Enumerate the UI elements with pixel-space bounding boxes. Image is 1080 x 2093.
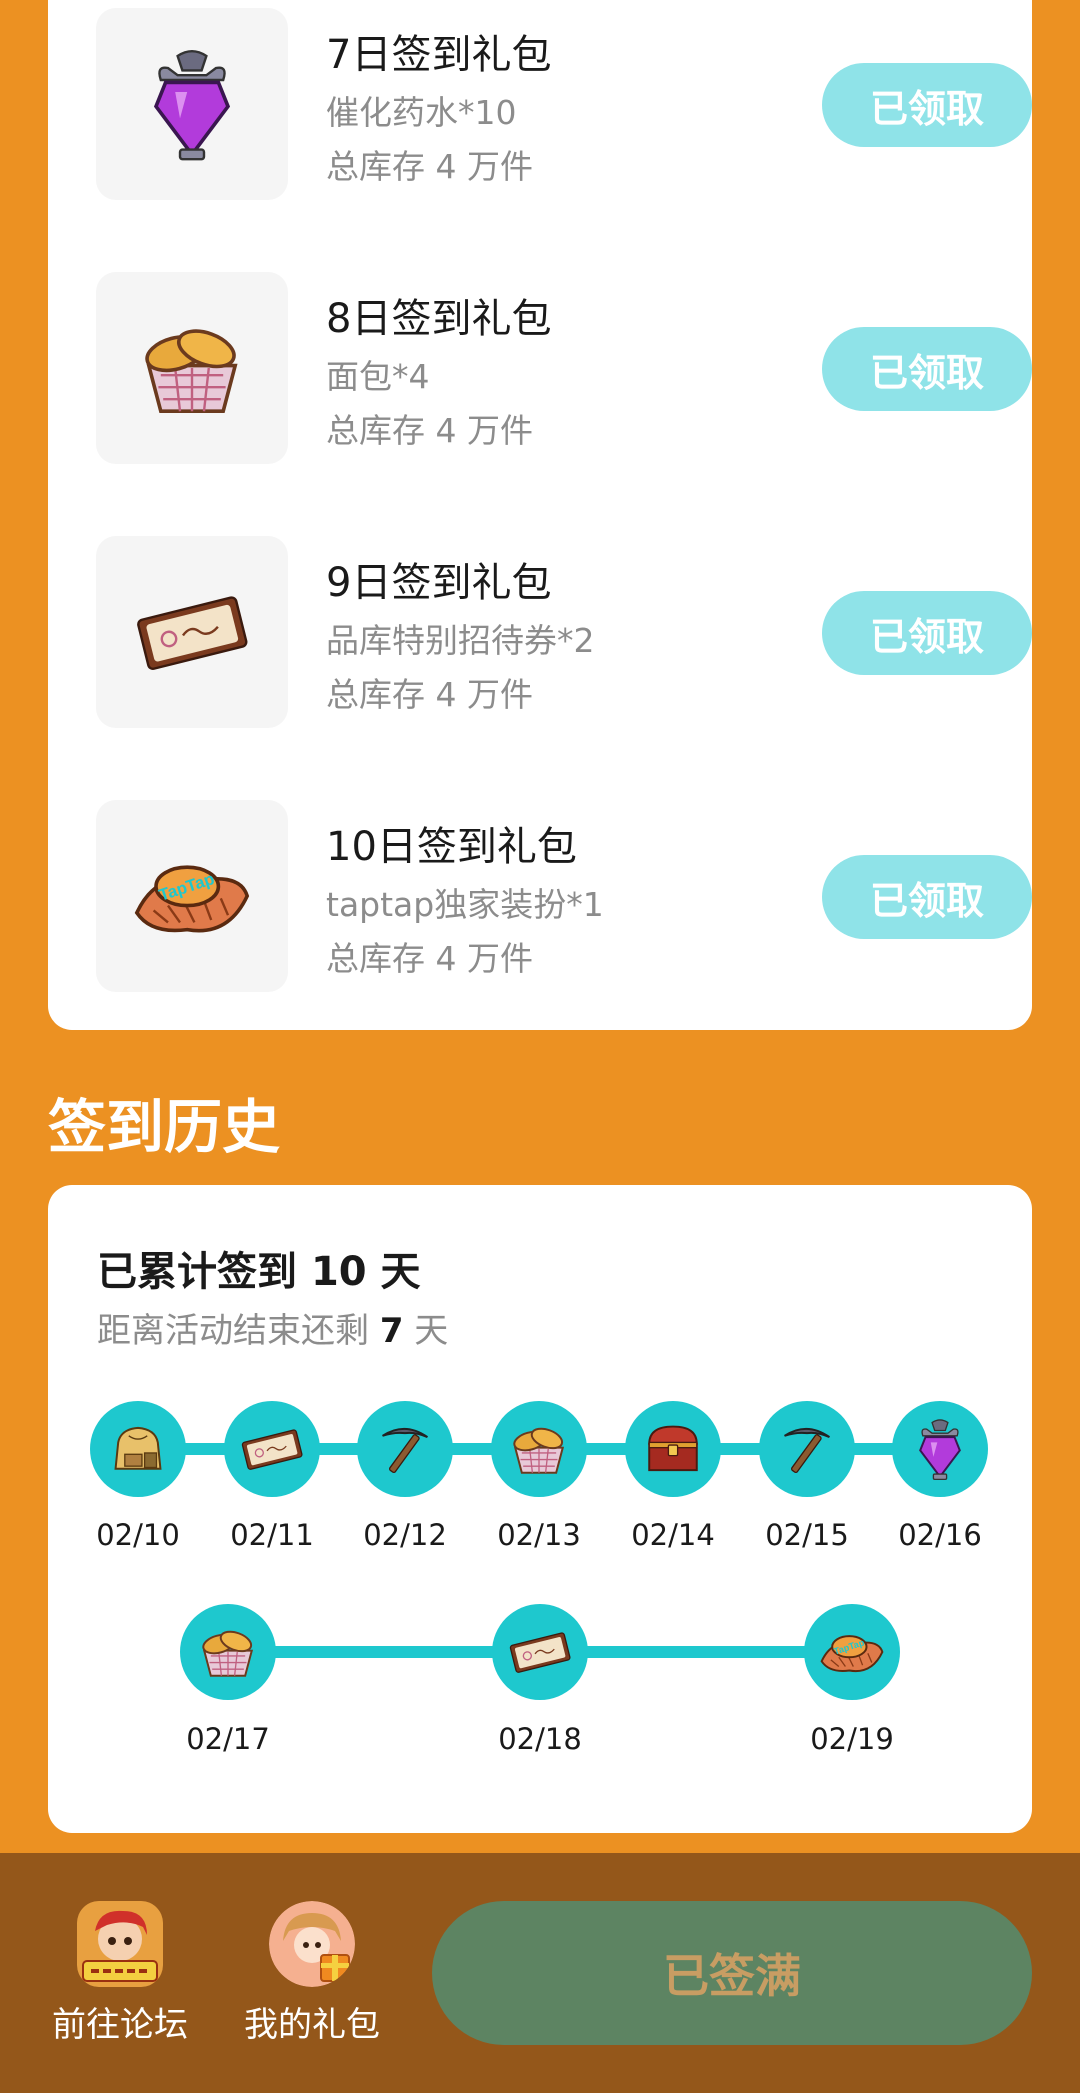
total-checkins: 已累计签到 10 天 (97, 1239, 421, 1297)
gift-stock: 总库存 4 万件 (326, 675, 533, 714)
gift-item: 品库特别招待券*2 (326, 621, 595, 660)
gift-row: 9日签到礼包 品库特别招待券*2 总库存 4 万件 已领取 (96, 536, 1032, 728)
remaining-days: 7 (379, 1311, 404, 1351)
gift-row: 7日签到礼包 催化药水*10 总库存 4 万件 已领取 (96, 8, 1032, 200)
my-gifts-button[interactable]: 我的礼包 (232, 1901, 392, 2046)
taptap-wing-hat-icon (96, 800, 288, 992)
potion-icon (892, 1401, 988, 1497)
bread-basket-icon (96, 272, 288, 464)
gift-item: 面包*4 (326, 357, 430, 396)
day-label: 02/17 (186, 1722, 270, 1756)
gift-item: 催化药水*10 (326, 93, 517, 132)
history-section-title: 签到历史 (48, 1093, 281, 1161)
bag-icon (90, 1401, 186, 1497)
gift-title: 10日签到礼包 (326, 824, 577, 870)
day-label: 02/11 (230, 1518, 314, 1552)
day-label: 02/12 (363, 1518, 447, 1552)
gift-list-card: 7日签到礼包 催化药水*10 总库存 4 万件 已领取 8日签到礼包 面包*4 … (48, 0, 1032, 1030)
ticket-icon (224, 1401, 320, 1497)
ticket-icon (492, 1604, 588, 1700)
treasure-chest-icon (625, 1401, 721, 1497)
days-remaining: 距离活动结束还剩 7 天 (97, 1303, 448, 1352)
gift-title: 8日签到礼包 (326, 296, 552, 342)
day-label: 02/13 (497, 1518, 581, 1552)
claimed-button[interactable]: 已领取 (822, 591, 1032, 675)
taptap-wing-hat-icon (804, 1604, 900, 1700)
total-suffix: 天 (366, 1249, 421, 1295)
gift-title: 7日签到礼包 (326, 32, 552, 78)
total-days: 10 (310, 1249, 367, 1295)
total-prefix: 已累计签到 (97, 1249, 311, 1295)
day-label: 02/14 (631, 1518, 715, 1552)
my-gifts-label: 我的礼包 (244, 2005, 380, 2045)
signed-full-button[interactable]: 已签满 (432, 1901, 1032, 2045)
gift-avatar-icon (269, 1901, 355, 1987)
claimed-button[interactable]: 已领取 (822, 855, 1032, 939)
forum-button[interactable]: 前往论坛 (40, 1901, 200, 2046)
gift-row: 8日签到礼包 面包*4 总库存 4 万件 已领取 (96, 272, 1032, 464)
game-logo-icon (77, 1901, 163, 1987)
gift-stock: 总库存 4 万件 (326, 411, 533, 450)
remaining-suffix: 天 (403, 1311, 449, 1351)
bread-basket-icon (180, 1604, 276, 1700)
pickaxe-icon (357, 1401, 453, 1497)
potion-icon (96, 8, 288, 200)
ticket-icon (96, 536, 288, 728)
forum-label: 前往论坛 (52, 2005, 188, 2045)
bottom-bar: 前往论坛 我的礼包 已签满 (0, 1853, 1080, 2093)
gift-title: 9日签到礼包 (326, 560, 552, 606)
gift-item: taptap独家装扮*1 (326, 885, 604, 924)
day-label: 02/19 (810, 1722, 894, 1756)
gift-stock: 总库存 4 万件 (326, 939, 533, 978)
day-label: 02/10 (96, 1518, 180, 1552)
gift-row: 10日签到礼包 taptap独家装扮*1 总库存 4 万件 已领取 (96, 800, 1032, 992)
day-label: 02/18 (498, 1722, 582, 1756)
pickaxe-icon (759, 1401, 855, 1497)
claimed-button[interactable]: 已领取 (822, 327, 1032, 411)
day-label: 02/15 (765, 1518, 849, 1552)
claimed-button[interactable]: 已领取 (822, 63, 1032, 147)
bread-basket-icon (491, 1401, 587, 1497)
gift-stock: 总库存 4 万件 (326, 147, 533, 186)
day-label: 02/16 (898, 1518, 982, 1552)
remaining-prefix: 距离活动结束还剩 (97, 1311, 380, 1351)
history-card: 已累计签到 10 天 距离活动结束还剩 7 天 02/10 02/11 02/1… (48, 1185, 1032, 1833)
